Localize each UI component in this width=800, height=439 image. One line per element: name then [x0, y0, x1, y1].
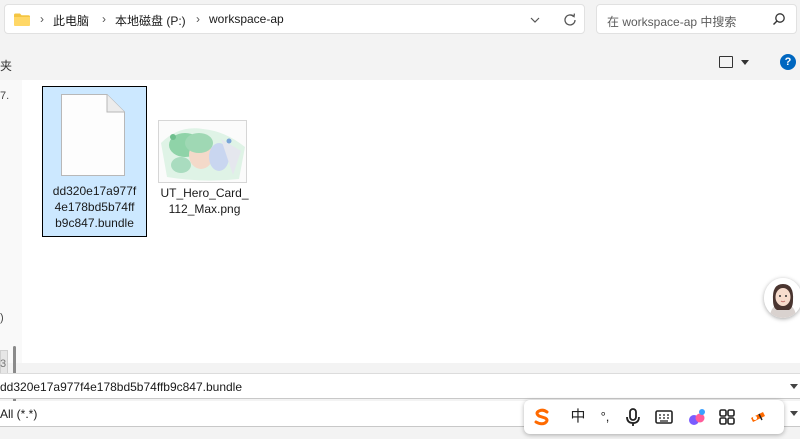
file-item[interactable]: dd320e17a977f 4e178bd5b74ff b9c847.bundl… [42, 86, 147, 237]
keyboard-icon[interactable] [652, 405, 676, 429]
grid-icon[interactable] [715, 405, 739, 429]
file-list: dd320e17a977f 4e178bd5b74ff b9c847.bundl… [22, 80, 800, 363]
assistant-avatar[interactable] [764, 278, 800, 318]
command-bar: 夹 ? [0, 48, 800, 78]
address-row: › 此电脑 › 本地磁盘 (P:) › workspace-ap 在 works… [0, 0, 800, 40]
file-dialog: › 此电脑 › 本地磁盘 (P:) › workspace-ap 在 works… [0, 0, 800, 439]
chevron-down-icon[interactable] [790, 411, 798, 416]
ime-toolbar: 中 °, [524, 400, 784, 434]
tool-icon[interactable] [746, 405, 770, 429]
file-name-line: dd320e17a977f [52, 184, 137, 198]
search-input[interactable]: 在 workspace-ap 中搜索 [596, 4, 797, 34]
file-name-line: UT_Hero_Card_ [160, 186, 249, 200]
new-folder-button[interactable]: 夹 [0, 57, 12, 74]
chevron-down-icon[interactable] [790, 384, 798, 389]
breadcrumb-this-pc[interactable]: 此电脑 [53, 12, 89, 29]
file-name-line: b9c847.bundle [55, 216, 134, 230]
image-thumbnail [158, 120, 247, 183]
refresh-icon[interactable] [562, 12, 578, 28]
help-icon[interactable]: ? [780, 54, 796, 70]
nav-item-fragment[interactable]: ) [0, 312, 4, 324]
navigation-pane: 7. 3 ) [0, 80, 22, 410]
view-icon[interactable] [719, 56, 733, 68]
breadcrumb-local-disk[interactable]: 本地磁盘 (P:) [115, 12, 186, 29]
breadcrumb-workspace[interactable]: workspace-ap [209, 12, 284, 26]
file-name-line: 4e178bd5b74ff [54, 200, 135, 214]
file-type-value: All (*.*) [0, 407, 38, 421]
address-bar[interactable]: › 此电脑 › 本地磁盘 (P:) › workspace-ap [4, 4, 585, 34]
breadcrumb-separator: › [196, 12, 200, 26]
search-placeholder: 在 workspace-ap 中搜索 [607, 15, 737, 29]
ime-mode-toggle[interactable]: 中 [566, 405, 590, 429]
file-name-value: dd320e17a977f4e178bd5b74ffb9c847.bundle [0, 380, 243, 394]
breadcrumb-separator: › [102, 12, 106, 26]
file-item[interactable]: UT_Hero_Card_ 112_Max.png [142, 86, 267, 237]
chevron-down-icon[interactable] [529, 14, 541, 26]
nav-item-fragment[interactable]: 3 [0, 358, 6, 370]
search-icon[interactable] [772, 12, 786, 26]
file-name-line: 112_Max.png [168, 202, 241, 216]
view-dropdown-chevron-icon[interactable] [741, 60, 749, 65]
nav-item-fragment[interactable]: 7. [0, 90, 9, 102]
ime-punctuation-toggle[interactable]: °, [593, 405, 617, 429]
folder-icon [14, 13, 30, 26]
document-icon [61, 94, 125, 176]
breadcrumb-separator: › [40, 12, 44, 26]
file-name-input[interactable]: dd320e17a977f4e178bd5b74ffb9c847.bundle [0, 373, 800, 399]
skin-icon[interactable] [685, 405, 709, 429]
mic-icon[interactable] [621, 405, 645, 429]
sogou-logo-icon[interactable] [530, 405, 554, 429]
